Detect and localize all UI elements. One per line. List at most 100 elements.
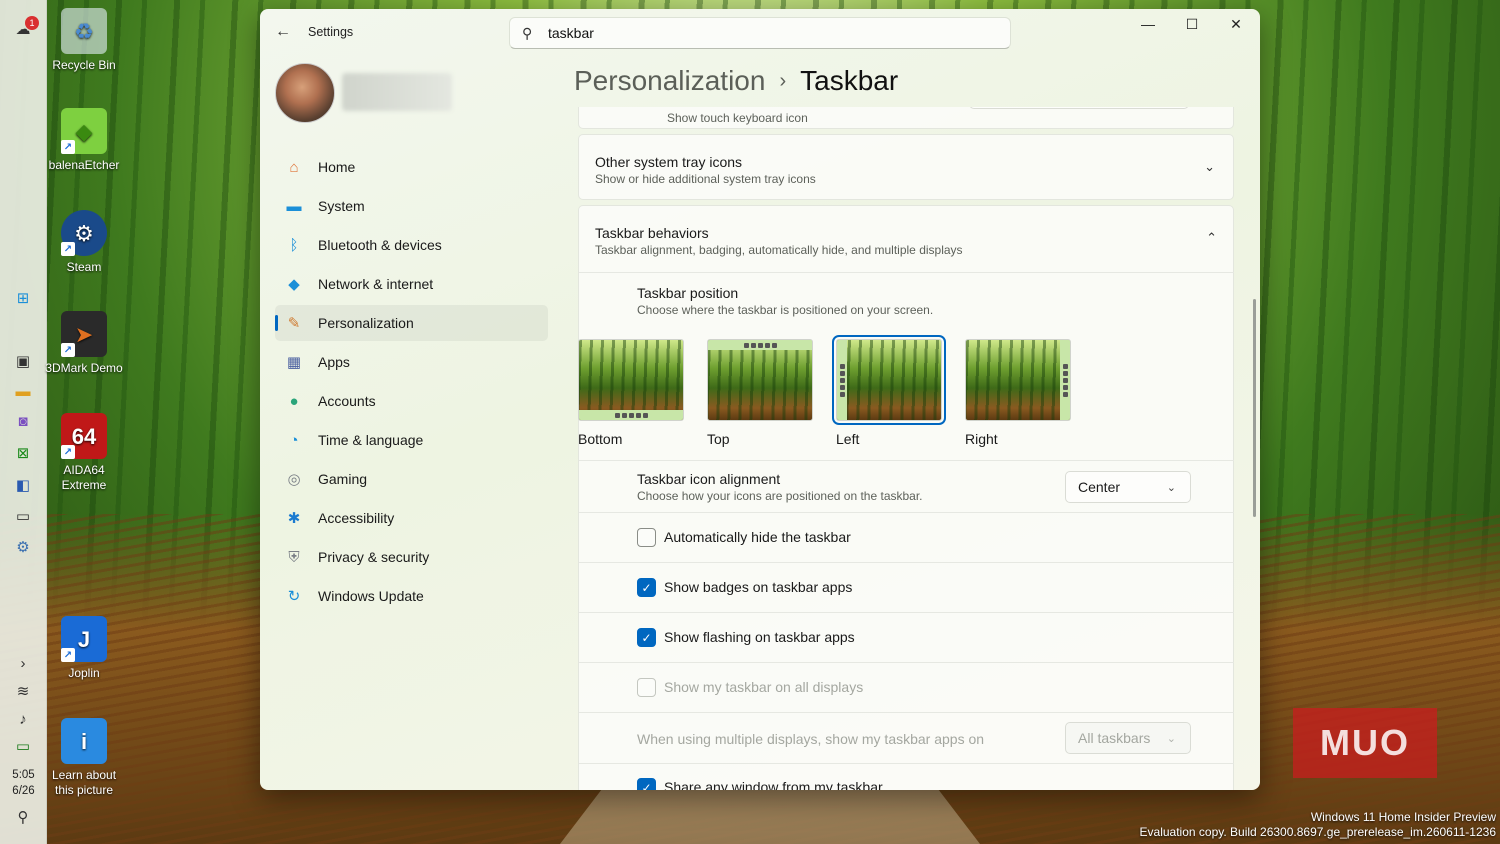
sidebar-item-apps[interactable]: ▦ Apps xyxy=(275,344,548,380)
desktop-icon-label: Joplin xyxy=(68,666,100,680)
sidebar-item-personalization[interactable]: ✎ Personalization xyxy=(275,305,548,341)
start-icon[interactable]: ⊞ xyxy=(10,285,36,311)
setting-checkbox[interactable]: ✓ xyxy=(637,578,656,597)
scrollbar-thumb[interactable] xyxy=(1253,299,1256,517)
sidebar-item-label: Accounts xyxy=(318,393,376,409)
sidebar-item-home[interactable]: ⌂ Home xyxy=(275,149,548,185)
taskbar-preview-bar xyxy=(579,410,683,420)
position-option-right[interactable] xyxy=(965,339,1071,421)
steam-icon: ⚙ ↗ xyxy=(61,210,107,256)
maximize-button[interactable]: ☐ xyxy=(1170,9,1214,39)
touch-keyboard-dropdown[interactable] xyxy=(969,107,1189,109)
clock[interactable]: 5:05 6/26 xyxy=(0,767,47,799)
search-box[interactable]: ⚲ xyxy=(509,17,1011,49)
store-icon[interactable]: ◧ xyxy=(10,472,36,498)
file-explorer-icon[interactable]: ▬ xyxy=(10,378,36,404)
taskbar-behaviors-header[interactable]: Taskbar behaviors Taskbar alignment, bad… xyxy=(579,206,1234,272)
globe-icon: ◔ xyxy=(289,431,299,449)
sidebar-item-accounts[interactable]: ● Accounts xyxy=(275,383,548,419)
multi-display-dropdown[interactable]: All taskbars ⌄ xyxy=(1065,722,1191,754)
taskbar-preview-dot xyxy=(642,412,648,418)
search-input[interactable] xyxy=(548,22,988,44)
search-icon: ⚲ xyxy=(522,25,533,41)
setting-checkbox[interactable] xyxy=(637,528,656,547)
minimize-button[interactable]: — xyxy=(1126,9,1170,39)
position-label-right: Right xyxy=(965,431,998,447)
desktop-icon-label: AIDA64 Extreme xyxy=(61,463,107,492)
desktop-icon-3dmark[interactable]: ➤ ↗ 3DMark Demo xyxy=(45,311,123,376)
setting-checkbox[interactable] xyxy=(637,678,656,697)
notifications-icon[interactable]: ⚲ xyxy=(10,804,36,830)
multi-display-value: All taskbars xyxy=(1078,730,1151,746)
xbox-icon[interactable]: ⊠ xyxy=(10,440,36,466)
taskbar-behaviors-card: Taskbar behaviors Taskbar alignment, bad… xyxy=(578,205,1234,790)
sidebar-item-time-language[interactable]: ◔ Time & language xyxy=(275,422,548,458)
position-title: Taskbar position xyxy=(637,285,739,301)
sidebar-item-network-internet[interactable]: ◆ Network & internet xyxy=(275,266,548,302)
checkbox-label: Show flashing on taskbar apps xyxy=(664,629,855,645)
chevron-down-icon: ⌄ xyxy=(1166,481,1176,494)
sidebar-item-label: Privacy & security xyxy=(318,549,430,565)
taskbar-vertical: ☁ 1 ⊞ ▣ ▬ ◙ ⊠ ◧ ▭ ⚙ › ≋ ♪ ▭ 5:05 6/26 ⚲ xyxy=(0,0,47,844)
icon-alignment-row: Taskbar icon alignment Choose how your i… xyxy=(579,460,1234,512)
watermark-line-1: Windows 11 Home Insider Preview xyxy=(1310,810,1496,824)
position-option-top[interactable] xyxy=(707,339,813,421)
maximize-icon: ☐ xyxy=(1185,15,1199,32)
checkbox-row: ✓ Show flashing on taskbar apps xyxy=(579,612,1234,662)
desktop-icon-label: Steam xyxy=(66,260,102,274)
shortcut-arrow-icon: ↗ xyxy=(61,343,75,357)
sidebar-item-accessibility[interactable]: ✱ Accessibility xyxy=(275,500,548,536)
checkbox-label: Show my taskbar on all displays xyxy=(664,679,864,695)
desktop-icon-steam[interactable]: ⚙ ↗ Steam xyxy=(45,210,123,275)
terminal-icon[interactable]: ▭ xyxy=(10,503,36,529)
share-window-checkbox[interactable]: ✓ xyxy=(637,778,656,790)
taskbar-preview-dot xyxy=(839,370,845,376)
desktop-icon-recycle-bin[interactable]: ♻ Recycle Bin xyxy=(45,8,123,73)
desktop-icon-balenaetcher[interactable]: ◆ ↗ balenaEtcher xyxy=(45,108,123,173)
wifi-tray-icon[interactable]: ≋ xyxy=(10,678,36,704)
sidebar-item-label: Gaming xyxy=(318,471,368,487)
shield-icon: ⛨ xyxy=(288,548,300,566)
taskbar-preview-dot xyxy=(750,342,756,348)
desktop-icon-aida64[interactable]: 64 ↗ AIDA64 Extreme xyxy=(45,413,123,493)
clock-date: 6/26 xyxy=(12,785,35,797)
desktop-icon-learn-picture[interactable]: i Learn about this picture xyxy=(45,718,123,798)
taskbar-preview-dot xyxy=(1062,384,1068,390)
volume-icon[interactable]: ♪ xyxy=(10,706,36,732)
sidebar-item-privacy-security[interactable]: ⛨ Privacy & security xyxy=(275,539,548,575)
position-option-bottom[interactable] xyxy=(578,339,684,421)
chevron-down-icon: ⌄ xyxy=(1204,159,1215,174)
task-view-icon[interactable]: ▣ xyxy=(10,348,36,374)
settings-taskbar-icon[interactable]: ⚙ xyxy=(10,534,36,560)
breadcrumb-parent[interactable]: Personalization xyxy=(574,65,765,96)
desktop-icon-joplin[interactable]: J ↗ Joplin xyxy=(45,616,123,681)
setting-checkbox[interactable]: ✓ xyxy=(637,628,656,647)
sidebar-item-label: Network & internet xyxy=(318,276,434,292)
back-button[interactable]: ← xyxy=(272,21,294,43)
sidebar-item-label: Accessibility xyxy=(318,510,395,526)
taskbar-preview-dot xyxy=(757,342,763,348)
desktop-icon-label: balenaEtcher xyxy=(48,158,120,172)
sidebar-item-label: Home xyxy=(318,159,356,175)
sidebar-item-windows-update[interactable]: ↻ Windows Update xyxy=(275,578,548,614)
taskbar-preview-dot xyxy=(635,412,641,418)
desktop-icon-label: Learn about this picture xyxy=(51,768,117,797)
sidebar-item-bluetooth-devices[interactable]: ᛒ Bluetooth & devices xyxy=(275,227,548,263)
other-tray-icons-card[interactable]: Other system tray icons Show or hide add… xyxy=(578,134,1234,200)
close-icon: ✕ xyxy=(1230,15,1242,32)
sidebar-item-gaming[interactable]: ◎ Gaming xyxy=(275,461,548,497)
shortcut-arrow-icon: ↗ xyxy=(61,140,75,154)
chevron-down-icon: ⌄ xyxy=(1166,732,1176,745)
close-button[interactable]: ✕ xyxy=(1214,9,1258,39)
position-option-left[interactable] xyxy=(832,335,946,425)
app-icon-purple[interactable]: ◙ xyxy=(10,408,36,434)
weather-badge: 1 xyxy=(25,16,39,30)
battery-icon[interactable]: ▭ xyxy=(10,733,36,759)
alignment-dropdown[interactable]: Center ⌄ xyxy=(1065,471,1191,503)
chevron-right-icon[interactable]: › xyxy=(10,650,36,676)
avatar[interactable] xyxy=(275,63,335,123)
taskbar-preview-dot xyxy=(771,342,777,348)
sidebar-item-system[interactable]: ▬ System xyxy=(275,188,548,224)
position-label-top: Top xyxy=(707,431,730,447)
breadcrumb: Personalization › Taskbar xyxy=(574,65,898,97)
